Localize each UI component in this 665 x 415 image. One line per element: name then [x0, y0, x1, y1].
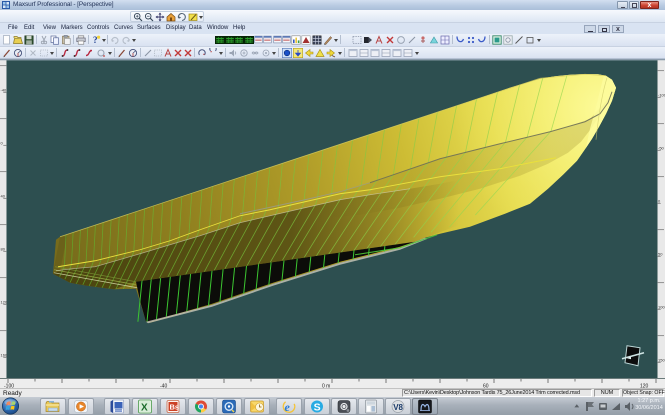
- svg-text:S: S: [314, 401, 321, 413]
- svg-text:150: 150: [658, 357, 665, 362]
- svg-text:X: X: [141, 402, 148, 413]
- svg-text:-50: -50: [658, 145, 665, 150]
- svg-text:?: ?: [93, 35, 98, 45]
- svg-text:40: 40: [1, 193, 6, 198]
- svg-text:-100: -100: [658, 92, 665, 97]
- svg-text:-40: -40: [1, 87, 8, 92]
- svg-text:160: 160: [1, 352, 8, 357]
- svg-text:Bs: Bs: [170, 402, 180, 411]
- svg-text:50: 50: [658, 251, 663, 256]
- svg-text:120: 120: [1, 299, 8, 304]
- svg-text:V8: V8: [393, 403, 403, 412]
- svg-text:e: e: [285, 400, 291, 414]
- svg-text:80: 80: [1, 246, 6, 251]
- svg-text:100: 100: [658, 304, 665, 309]
